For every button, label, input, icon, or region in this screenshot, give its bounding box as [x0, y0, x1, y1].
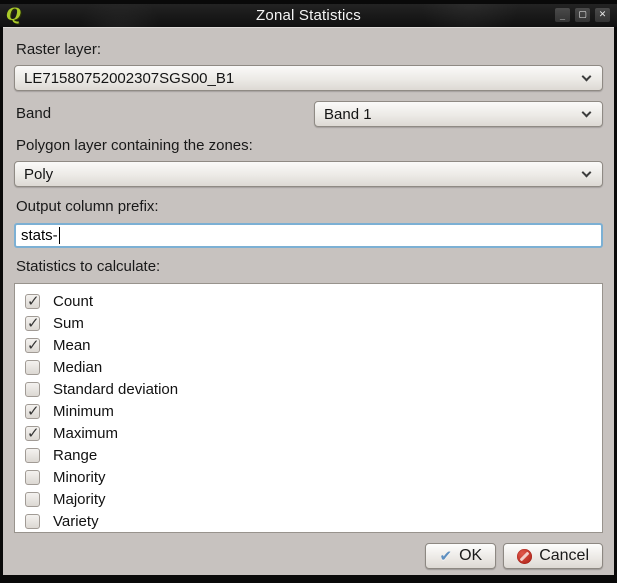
raster-layer-value: LE71580752002307SGS00_B1: [24, 70, 234, 87]
stat-item-sum[interactable]: Sum: [25, 312, 602, 334]
output-prefix-value: stats-: [21, 227, 58, 244]
stat-item-count[interactable]: Count: [25, 290, 602, 312]
window-controls: _ ▢ ✕: [555, 8, 610, 22]
cancel-button[interactable]: Cancel: [503, 543, 603, 569]
check-icon: ✔: [439, 547, 452, 565]
stat-item-variety[interactable]: Variety: [25, 510, 602, 532]
ok-button[interactable]: ✔ OK: [425, 543, 496, 569]
statistics-list: Count Sum Mean Median Standard deviation…: [14, 283, 603, 533]
stat-item-median[interactable]: Median: [25, 356, 602, 378]
minimize-icon[interactable]: _: [555, 8, 570, 22]
close-icon[interactable]: ✕: [595, 8, 610, 22]
zonal-statistics-dialog: Raster layer: LE71580752002307SGS00_B1 B…: [3, 27, 614, 575]
checkbox[interactable]: [25, 316, 40, 331]
text-cursor: [59, 227, 60, 244]
checkbox[interactable]: [25, 514, 40, 529]
stat-item-range[interactable]: Range: [25, 444, 602, 466]
output-prefix-label: Output column prefix:: [16, 198, 603, 216]
window-title: Zonal Statistics: [0, 7, 617, 24]
polygon-layer-label: Polygon layer containing the zones:: [16, 137, 603, 155]
stat-item-mean[interactable]: Mean: [25, 334, 602, 356]
titlebar[interactable]: Q Zonal Statistics _ ▢ ✕: [0, 4, 617, 27]
checkbox[interactable]: [25, 382, 40, 397]
polygon-layer-select[interactable]: Poly: [14, 161, 603, 187]
chevron-down-icon: [582, 167, 592, 177]
stat-item-minority[interactable]: Minority: [25, 466, 602, 488]
checkbox[interactable]: [25, 360, 40, 375]
output-prefix-input[interactable]: stats-: [14, 223, 603, 248]
checkbox[interactable]: [25, 448, 40, 463]
stat-item-minimum[interactable]: Minimum: [25, 400, 602, 422]
checkbox[interactable]: [25, 404, 40, 419]
maximize-icon[interactable]: ▢: [575, 8, 590, 22]
checkbox[interactable]: [25, 426, 40, 441]
raster-layer-label: Raster layer:: [16, 41, 603, 59]
checkbox[interactable]: [25, 294, 40, 309]
stat-item-standard-deviation[interactable]: Standard deviation: [25, 378, 602, 400]
chevron-down-icon: [582, 71, 592, 81]
chevron-down-icon: [582, 107, 592, 117]
cancel-icon: [517, 549, 532, 564]
statistics-label: Statistics to calculate:: [16, 258, 603, 276]
stat-item-maximum[interactable]: Maximum: [25, 422, 602, 444]
checkbox[interactable]: [25, 492, 40, 507]
band-value: Band 1: [324, 106, 372, 123]
checkbox[interactable]: [25, 470, 40, 485]
band-label: Band: [16, 105, 51, 123]
polygon-layer-value: Poly: [24, 166, 53, 183]
raster-layer-select[interactable]: LE71580752002307SGS00_B1: [14, 65, 603, 91]
checkbox[interactable]: [25, 338, 40, 353]
band-select[interactable]: Band 1: [314, 101, 603, 127]
stat-item-majority[interactable]: Majority: [25, 488, 602, 510]
qgis-logo-icon: Q: [6, 5, 21, 25]
